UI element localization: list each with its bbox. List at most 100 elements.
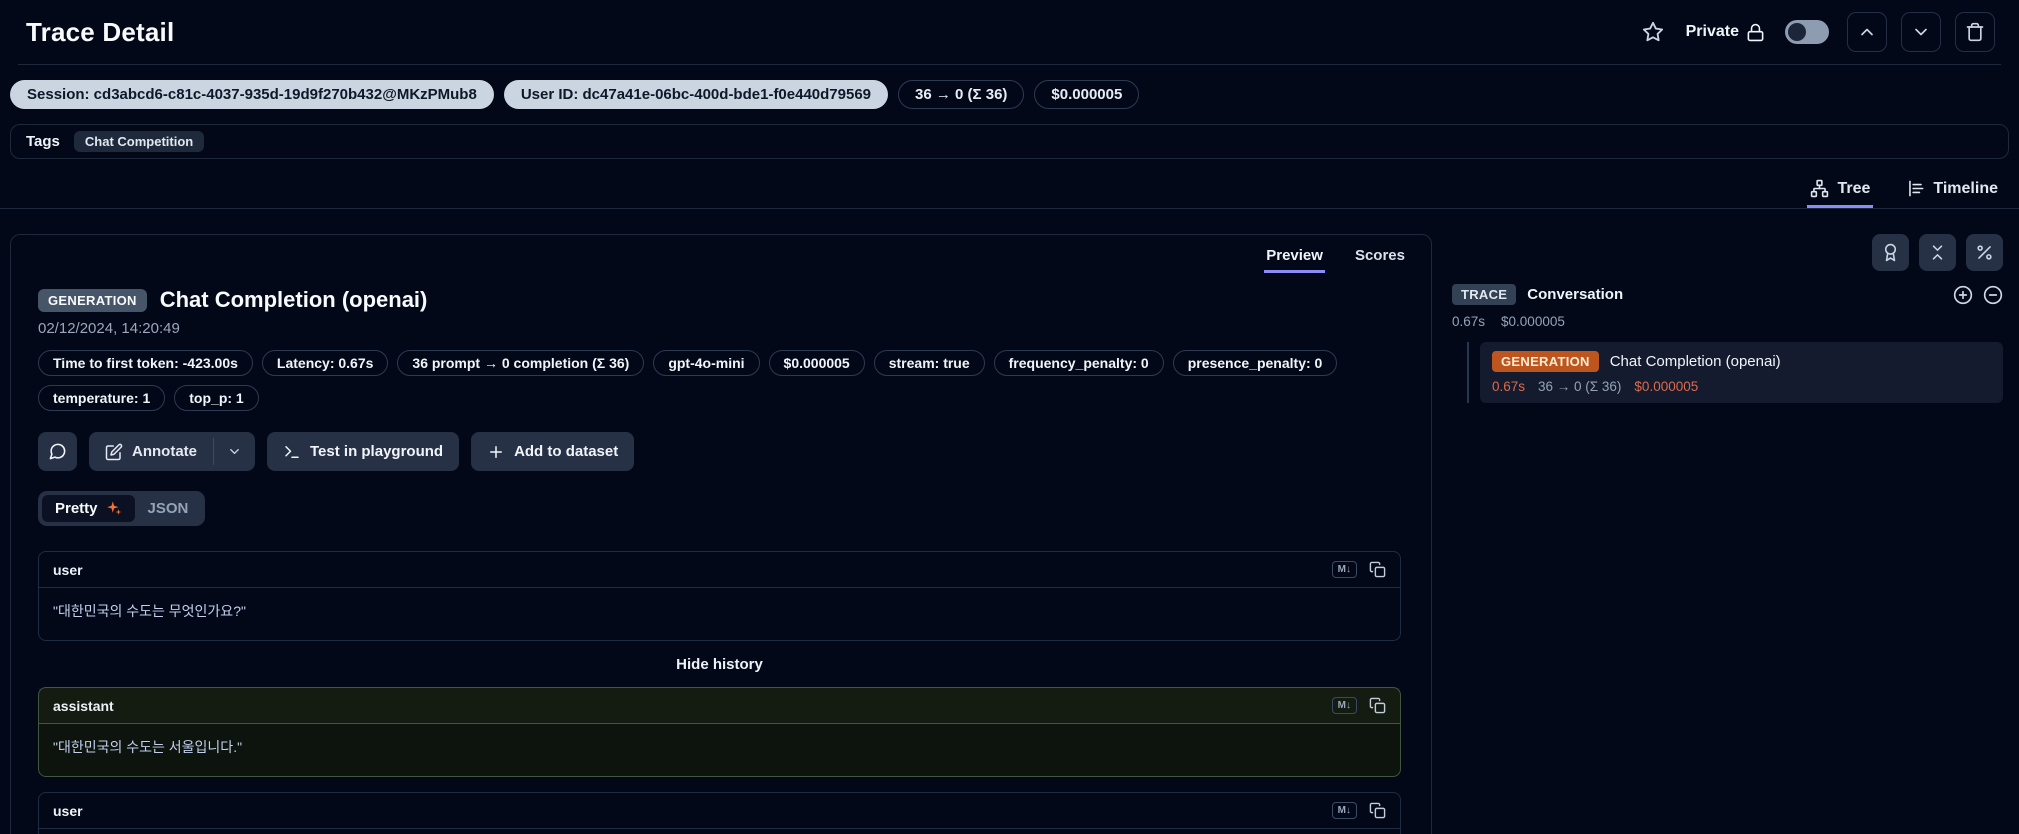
io-preview: user M↓ "대한민국의 수도는 무엇인가요?" Hide history … bbox=[38, 551, 1401, 834]
metrics-percent-button[interactable] bbox=[1966, 234, 2003, 271]
metric-temperature: temperature: 1 bbox=[38, 385, 166, 411]
expand-all-button[interactable] bbox=[1953, 285, 1973, 305]
public-toggle[interactable] bbox=[1785, 20, 1829, 44]
percent-icon bbox=[1977, 245, 1992, 260]
panel-tabs: Preview Scores bbox=[11, 235, 1431, 273]
observation-header: GENERATION Chat Completion (openai) bbox=[11, 273, 1431, 313]
observation-type-badge: GENERATION bbox=[38, 288, 147, 312]
copy-icon[interactable] bbox=[1369, 802, 1386, 819]
node-title: Chat Completion (openai) bbox=[1609, 353, 1781, 370]
trace-metrics: 0.67s $0.000005 bbox=[1452, 314, 2003, 329]
metric-stream: stream: true bbox=[873, 350, 985, 376]
markdown-toggle-icon[interactable]: M↓ bbox=[1331, 561, 1357, 578]
chevron-down-icon bbox=[230, 449, 239, 454]
content-area: Preview Scores GENERATION Chat Completio… bbox=[0, 209, 2019, 834]
tab-tree[interactable]: Tree bbox=[1807, 175, 1873, 208]
format-toggle: Pretty JSON bbox=[38, 491, 206, 526]
pen-square-icon bbox=[105, 443, 123, 460]
message-content: "감사합니다 " bbox=[39, 829, 1400, 834]
lock-icon bbox=[1747, 23, 1764, 41]
copy-icon[interactable] bbox=[1369, 697, 1386, 714]
bookmark-star-icon[interactable] bbox=[1642, 21, 1664, 43]
prev-trace-button[interactable] bbox=[1847, 12, 1887, 52]
message-tools: M↓ bbox=[1331, 561, 1386, 578]
message-header: user M↓ bbox=[39, 552, 1400, 588]
trace-root-row[interactable]: TRACE Conversation bbox=[1452, 284, 2003, 305]
copy-icon[interactable] bbox=[1369, 561, 1386, 578]
tab-preview[interactable]: Preview bbox=[1264, 245, 1325, 273]
metric-time-to-first-token: Time to first token: -423.00s bbox=[38, 350, 253, 376]
metric-presence-penalty: presence_penalty: 0 bbox=[1172, 350, 1338, 376]
session-badge[interactable]: Session: cd3abcd6-c81c-4037-935d-19d9f27… bbox=[10, 80, 494, 109]
user-id-badge[interactable]: User ID: dc47a41e-06bc-400d-bde1-f0e440d… bbox=[503, 80, 889, 109]
scores-toggle-button[interactable] bbox=[1872, 234, 1909, 271]
trace-detail-page: Trace Detail Private Session: cd3abcd6-c… bbox=[0, 0, 2019, 834]
annotate-label: Annotate bbox=[132, 443, 197, 460]
add-to-dataset-button[interactable]: Add to dataset bbox=[471, 432, 635, 471]
tab-timeline-label: Timeline bbox=[1933, 179, 1998, 197]
tags-label: Tags bbox=[26, 133, 60, 150]
action-buttons: Annotate Test in playground Add to datas… bbox=[11, 411, 1431, 471]
chevron-up-icon bbox=[1861, 28, 1873, 36]
playground-label: Test in playground bbox=[310, 443, 444, 460]
tree-node-generation[interactable]: GENERATION Chat Completion (openai) 0.67… bbox=[1480, 342, 2003, 403]
sparkles-icon bbox=[106, 501, 121, 515]
comment-icon bbox=[49, 443, 66, 460]
tab-tree-label: Tree bbox=[1837, 179, 1871, 197]
format-pretty-button[interactable]: Pretty bbox=[42, 495, 135, 522]
comment-button[interactable] bbox=[38, 432, 77, 471]
annotate-dropdown-button[interactable] bbox=[214, 432, 255, 471]
tab-timeline[interactable]: Timeline bbox=[1903, 175, 2001, 208]
trace-type-badge: TRACE bbox=[1452, 284, 1517, 305]
metric-badges: Time to first token: -423.00s Latency: 0… bbox=[11, 337, 1401, 411]
visibility-label: Private bbox=[1686, 23, 1765, 42]
hide-history-button[interactable]: Hide history bbox=[38, 656, 1401, 673]
trace-title: Conversation bbox=[1527, 286, 1624, 303]
view-tabs: Tree Timeline bbox=[0, 175, 2019, 209]
metric-top-p: top_p: 1 bbox=[174, 385, 259, 411]
timeline-icon bbox=[1909, 180, 1924, 197]
message-tools: M↓ bbox=[1331, 697, 1386, 714]
tree-zoom-controls bbox=[1953, 285, 2003, 305]
trace-cost: $0.000005 bbox=[1501, 314, 1565, 329]
message-header: assistant M↓ bbox=[39, 688, 1400, 724]
next-trace-button[interactable] bbox=[1901, 12, 1941, 52]
annotate-button[interactable]: Annotate bbox=[89, 432, 213, 471]
collapse-tree-button[interactable] bbox=[1919, 234, 1956, 271]
minus-circle-icon bbox=[1983, 285, 2003, 304]
node-tokens: 36 → 0 (Σ 36) bbox=[1538, 379, 1622, 394]
token-usage-badge: 36 → 0 (Σ 36) bbox=[898, 80, 1025, 109]
message-header: user M↓ bbox=[39, 793, 1400, 829]
observation-tree: GENERATION Chat Completion (openai) 0.67… bbox=[1467, 342, 2003, 403]
observation-panel: Preview Scores GENERATION Chat Completio… bbox=[10, 234, 1432, 834]
cost-badge: $0.000005 bbox=[1034, 80, 1140, 109]
tag-chip[interactable]: Chat Competition bbox=[73, 131, 205, 152]
page-header: Trace Detail Private bbox=[0, 0, 2019, 64]
award-icon bbox=[1884, 243, 1897, 262]
delete-trace-button[interactable] bbox=[1955, 12, 1995, 52]
markdown-toggle-icon[interactable]: M↓ bbox=[1331, 697, 1357, 714]
node-metrics: 0.67s 36 → 0 (Σ 36) $0.000005 bbox=[1492, 379, 1991, 394]
plus-icon bbox=[490, 445, 503, 458]
message-box-user-1: user M↓ "대한민국의 수도는 무엇인가요?" bbox=[38, 551, 1401, 641]
tab-scores[interactable]: Scores bbox=[1353, 245, 1407, 273]
terminal-icon bbox=[285, 445, 299, 458]
fold-vertical-icon bbox=[1932, 245, 1943, 260]
collapse-all-button[interactable] bbox=[1983, 285, 2003, 305]
pretty-label: Pretty bbox=[55, 500, 98, 517]
node-latency: 0.67s bbox=[1492, 379, 1526, 394]
test-in-playground-button[interactable]: Test in playground bbox=[267, 432, 460, 471]
annotate-split-button: Annotate bbox=[89, 432, 255, 471]
plus-circle-icon bbox=[1953, 285, 1973, 304]
tags-container: Tags Chat Competition bbox=[10, 124, 2009, 159]
message-tools: M↓ bbox=[1331, 802, 1386, 819]
sidebar-toolbar bbox=[1452, 234, 2003, 271]
metric-token-usage: 36 prompt → 0 completion (Σ 36) bbox=[397, 350, 645, 376]
format-json-button[interactable]: JSON bbox=[135, 495, 202, 522]
observation-timestamp: 02/12/2024, 14:20:49 bbox=[38, 320, 180, 337]
trace-latency: 0.67s bbox=[1452, 314, 1486, 329]
message-box-user-2: user M↓ "감사합니다 " bbox=[38, 792, 1401, 834]
markdown-toggle-icon[interactable]: M↓ bbox=[1331, 802, 1357, 819]
message-role: user bbox=[53, 802, 83, 819]
metric-model: gpt-4o-mini bbox=[653, 350, 760, 376]
